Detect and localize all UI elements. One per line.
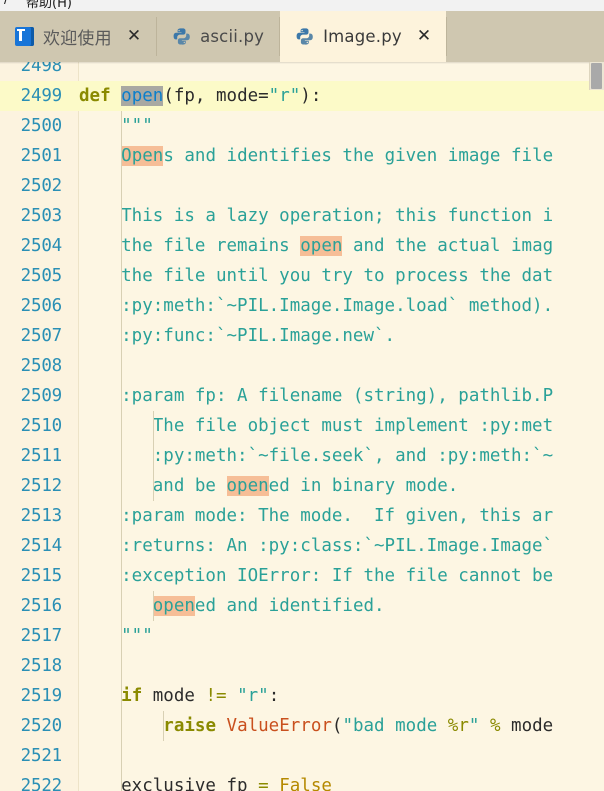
python-icon [295,27,314,46]
indent-guide [152,591,154,621]
line-number: 2517 [20,626,63,646]
code-text[interactable]: :py:meth:`~file.seek`, and :py:meth:`~ [79,441,553,471]
code-text[interactable]: :py:meth:`~PIL.Image.Image.load` method)… [79,291,553,321]
code-text[interactable]: exclusive_fp = False [79,771,332,791]
menu-bar[interactable]: / 帮助(H) [0,0,604,11]
code-text[interactable]: :py:func:`~PIL.Image.new`. [79,321,395,351]
tab-welcome-label: 欢迎使用 [43,29,112,49]
line-number: 2510 [20,416,63,436]
line-number: 2509 [20,386,63,406]
line-number: 2520 [20,716,63,736]
code-text[interactable]: def open(fp, mode="r"): [79,81,321,111]
code-line[interactable]: 2509 :param fp: A filename (string), pat… [0,381,604,411]
line-number: 2516 [20,596,63,616]
code-text[interactable]: """ [79,111,153,141]
code-line[interactable]: 2519 if mode != "r": [0,681,604,711]
line-number: 2515 [20,566,63,586]
line-number: 2504 [20,236,63,256]
line-number: 2500 [20,116,63,136]
code-line[interactable]: 2505 the file until you try to process t… [0,261,604,291]
line-number: 2506 [20,296,63,316]
tab-ascii-py-label: ascii.py [200,27,265,46]
python-icon [172,27,191,46]
line-number: 2521 [20,746,63,766]
line-number: 2503 [20,206,63,226]
code-text[interactable]: :exception IOError: If the file cannot b… [79,561,553,591]
code-line[interactable]: 2511 :py:meth:`~file.seek`, and :py:meth… [0,441,604,471]
code-line[interactable]: 2522 exclusive_fp = False [0,771,604,791]
tab-bar-empty-area [447,11,604,62]
code-line[interactable]: 2506 :py:meth:`~PIL.Image.Image.load` me… [0,291,604,321]
code-editor[interactable]: 2498 2499 def open(fp, mode="r"): 2500 """ 2… [0,62,604,791]
code-line[interactable]: 2517 """ [0,621,604,651]
line-number: 2513 [20,506,63,526]
tab-welcome[interactable]: 欢迎使用 ✕ [0,11,157,62]
tab-ascii-py[interactable]: ascii.py [157,11,280,62]
code-line[interactable]: 2515 :exception IOError: If the file can… [0,561,604,591]
code-line[interactable]: 2520 raise ValueError("bad mode %r" % mo… [0,711,604,741]
vertical-scrollbar-thumb[interactable] [591,63,602,89]
code-line[interactable]: 2510 The file object must implement :py:… [0,411,604,441]
editor-tab-bar[interactable]: 欢迎使用 ✕ ascii.py Image.py ✕ [0,11,604,62]
code-text[interactable]: Opens and identifies the given image fil… [79,141,553,171]
line-number: 2518 [20,656,63,676]
line-number: 2514 [20,536,63,556]
code-line[interactable]: 2521 [0,741,604,771]
line-number: 2498 [20,62,63,76]
code-line[interactable]: 2498 [0,62,604,81]
code-line[interactable]: 2500 """ [0,111,604,141]
indent-guide [121,111,123,791]
code-line[interactable]: 2514 :returns: An :py:class:`~PIL.Image.… [0,531,604,561]
code-text[interactable]: :returns: An :py:class:`~PIL.Image.Image… [79,531,553,561]
code-line[interactable]: 2513 :param mode: The mode. If given, th… [0,501,604,531]
code-line[interactable]: 2499 def open(fp, mode="r"): [0,81,604,111]
menu-item-slash[interactable]: / [4,0,8,7]
tab-image-py-label: Image.py [323,27,402,46]
line-number: 2499 [20,86,63,106]
code-line[interactable]: 2507 :py:func:`~PIL.Image.new`. [0,321,604,351]
line-number: 2511 [20,446,63,466]
code-text[interactable]: :param fp: A filename (string), pathlib.… [79,381,553,411]
menu-item-help[interactable]: 帮助(H) [26,0,72,11]
code-text[interactable]: The file object must implement :py:met [79,411,553,441]
code-text[interactable]: if mode != "r": [79,681,279,711]
tab-welcome-close-icon[interactable]: ✕ [127,28,141,45]
line-number: 2502 [20,176,63,196]
code-line[interactable]: 2512 and be opened in binary mode. [0,471,604,501]
code-text[interactable]: This is a lazy operation; this function … [79,201,553,231]
intellij-icon [15,27,34,46]
code-line[interactable]: 2508 [0,351,604,381]
code-line[interactable]: 2518 [0,651,604,681]
code-text[interactable]: the file until you try to process the da… [79,261,553,291]
tab-image-py-close-icon[interactable]: ✕ [417,28,431,45]
tab-image-py[interactable]: Image.py ✕ [280,11,447,62]
code-text[interactable]: the file remains open and the actual ima… [79,231,553,261]
indent-guide [163,711,165,741]
code-line[interactable]: 2502 [0,171,604,201]
line-number: 2505 [20,266,63,286]
code-line[interactable]: 2504 the file remains open and the actua… [0,231,604,261]
line-number: 2508 [20,356,63,376]
code-text[interactable]: opened and identified. [79,591,385,621]
code-text[interactable]: """ [79,621,153,651]
code-text[interactable]: and be opened in binary mode. [79,471,458,501]
code-line[interactable]: 2503 This is a lazy operation; this func… [0,201,604,231]
line-number: 2522 [20,776,63,791]
line-number: 2519 [20,686,63,706]
code-text[interactable]: raise ValueError("bad mode %r" % mode [79,711,553,741]
line-number: 2507 [20,326,63,346]
code-text[interactable]: :param mode: The mode. If given, this ar [79,501,553,531]
line-number: 2512 [20,476,63,496]
line-number: 2501 [20,146,63,166]
code-line[interactable]: 2516 opened and identified. [0,591,604,621]
indent-guide [152,411,154,501]
code-line[interactable]: 2501 Opens and identifies the given imag… [0,141,604,171]
